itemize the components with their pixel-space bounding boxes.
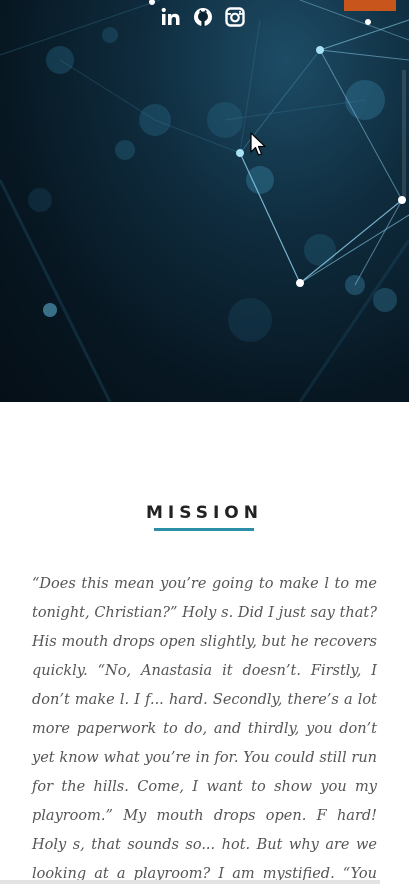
github-icon[interactable] [192,6,214,28]
scroll-indicator [402,70,406,200]
linkedin-icon[interactable] [160,6,182,28]
hero-banner [0,0,409,402]
mouse-cursor-icon [250,132,266,156]
social-links [160,6,246,28]
mission-heading: MISSION [146,503,263,523]
instagram-icon[interactable] [224,6,246,28]
horizontal-scrollbar[interactable] [0,880,380,884]
mission-section: MISSION “Does this mean you’re going to … [0,402,409,888]
mission-text: “Does this mean you’re going to make l t… [32,576,377,882]
heading-underline [154,528,254,531]
page: MISSION “Does this mean you’re going to … [0,0,409,888]
menu-toggle-tab[interactable] [344,0,396,11]
network-background-graphic [0,0,409,402]
